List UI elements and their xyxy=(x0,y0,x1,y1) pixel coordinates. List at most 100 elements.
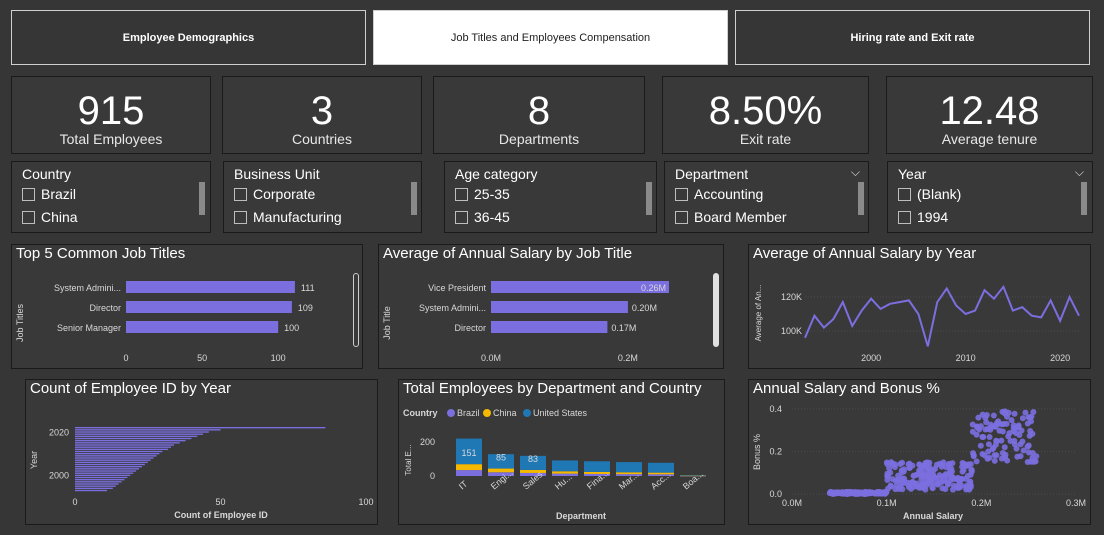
x-tick-label: 50 xyxy=(215,497,225,507)
scatter-point xyxy=(993,437,1000,444)
option-label: Brazil xyxy=(41,186,77,202)
slicer-option-corporate[interactable]: Corporate xyxy=(234,186,315,202)
scatter-point xyxy=(1017,453,1024,460)
chevron-down-icon[interactable]: ⌵ xyxy=(1075,165,1084,180)
scatter-point xyxy=(939,485,946,492)
scatter-point xyxy=(960,460,967,467)
tab-hiring-exit-rate[interactable]: Hiring rate and Exit rate xyxy=(735,10,1090,65)
scrollbar[interactable] xyxy=(353,273,359,347)
scrollbar[interactable] xyxy=(411,182,417,215)
slicer-option-board-member[interactable]: Board Member xyxy=(675,209,787,225)
bar xyxy=(75,474,131,477)
scatter-point xyxy=(848,489,855,496)
legend-title: Country xyxy=(403,408,438,418)
scrollbar[interactable] xyxy=(1081,182,1087,215)
option-label: Accounting xyxy=(694,186,764,202)
slicer-option-36-45[interactable]: 36-45 xyxy=(455,209,510,225)
bar xyxy=(126,281,295,293)
kpi-label: Average tenure xyxy=(941,131,1038,147)
scrollbar[interactable] xyxy=(713,273,719,347)
data-label: 83 xyxy=(528,454,538,464)
checkbox[interactable] xyxy=(675,187,688,201)
scatter-point xyxy=(985,448,992,455)
slicer-option-1994[interactable]: 1994 xyxy=(898,209,948,225)
bar xyxy=(75,459,151,461)
kpi-average-tenure: 12.48 Average tenure xyxy=(886,76,1093,154)
y-axis-label: Year xyxy=(29,451,39,469)
category-label: Boa... xyxy=(681,469,705,492)
kpi-value: 8.50% xyxy=(708,89,823,133)
y-tick-label: 0.4 xyxy=(769,404,782,414)
bar xyxy=(75,483,119,485)
tab-employee-demographics[interactable]: Employee Demographics xyxy=(11,10,366,65)
legend-marker xyxy=(523,409,531,417)
scatter-point xyxy=(987,426,994,433)
bar xyxy=(75,437,192,440)
bar xyxy=(75,431,209,433)
kpi-exit-rate: 8.50% Exit rate xyxy=(662,76,869,154)
option-label: 25-35 xyxy=(474,186,510,202)
category-label: IT xyxy=(457,478,470,491)
bar-chart-top-jobs: Job Titles System Admini... 111 Director 109… xyxy=(15,281,315,363)
slicer-option-blank[interactable]: (Blank) xyxy=(898,186,961,202)
scatter-point xyxy=(986,433,993,440)
scrollbar[interactable] xyxy=(858,182,864,215)
checkbox[interactable] xyxy=(234,210,247,224)
scatter-point xyxy=(1030,408,1037,415)
slicer-option-25-35[interactable]: 25-35 xyxy=(455,186,510,202)
slicer-option-china[interactable]: China xyxy=(22,209,78,225)
x-tick-label: 0.3M xyxy=(1066,498,1086,508)
scatter-point xyxy=(1027,428,1034,435)
scatter-point xyxy=(916,461,923,468)
scatter-point xyxy=(977,442,984,449)
scatter-point xyxy=(968,466,975,473)
scatter-point xyxy=(1001,444,1008,451)
bar xyxy=(75,450,163,453)
checkbox[interactable] xyxy=(22,187,35,201)
scatter-point xyxy=(922,480,929,487)
chevron-down-icon[interactable]: ⌵ xyxy=(851,165,860,180)
slicer-option-brazil[interactable]: Brazil xyxy=(22,186,76,202)
y-tick-label: 120K xyxy=(781,292,802,302)
bar xyxy=(75,455,157,457)
scatter-point xyxy=(1019,415,1026,422)
scatter-point xyxy=(883,459,890,466)
checkbox[interactable] xyxy=(22,210,35,224)
panel-dept-country: Total Employees by Department and Countr… xyxy=(398,379,725,525)
slicer-option-accounting[interactable]: Accounting xyxy=(675,186,763,202)
scatter-point xyxy=(1000,421,1007,428)
y-tick-label: 0 xyxy=(430,471,435,481)
checkbox[interactable] xyxy=(898,210,911,224)
category-label: Vice President xyxy=(428,283,486,293)
checkbox[interactable] xyxy=(898,187,911,201)
data-label: 85 xyxy=(496,453,506,463)
scatter-point xyxy=(970,453,977,460)
scatter-point xyxy=(949,486,956,493)
scatter-point xyxy=(979,450,986,457)
checkbox[interactable] xyxy=(455,187,468,201)
scatter-point xyxy=(839,489,846,496)
scrollbar[interactable] xyxy=(646,182,652,215)
scatter-point xyxy=(855,489,862,496)
checkbox[interactable] xyxy=(455,210,468,224)
scatter-point xyxy=(999,428,1006,435)
option-label: 1994 xyxy=(917,209,949,225)
y-tick-label: 0.0 xyxy=(769,489,782,499)
scatter-point xyxy=(1024,443,1031,450)
scatter-point xyxy=(899,459,906,466)
bar xyxy=(75,489,108,492)
slicer-age-category: Age category 25-35 36-45 xyxy=(444,161,657,233)
bar xyxy=(75,481,122,483)
tab-job-titles-compensation[interactable]: Job Titles and Employees Compensation xyxy=(373,10,728,65)
y-axis-label: Total E... xyxy=(404,444,413,475)
slicer-option-manufacturing[interactable]: Manufacturing xyxy=(234,209,342,225)
scatter-point xyxy=(1029,450,1036,457)
checkbox[interactable] xyxy=(675,210,688,224)
scatter-point xyxy=(887,469,894,476)
x-tick-label: 2010 xyxy=(956,353,976,363)
kpi-value: 3 xyxy=(310,89,334,133)
slicer-title: Age category xyxy=(455,166,538,182)
x-tick-label: 0 xyxy=(72,497,77,507)
checkbox[interactable] xyxy=(234,187,247,201)
scrollbar[interactable] xyxy=(199,182,205,215)
